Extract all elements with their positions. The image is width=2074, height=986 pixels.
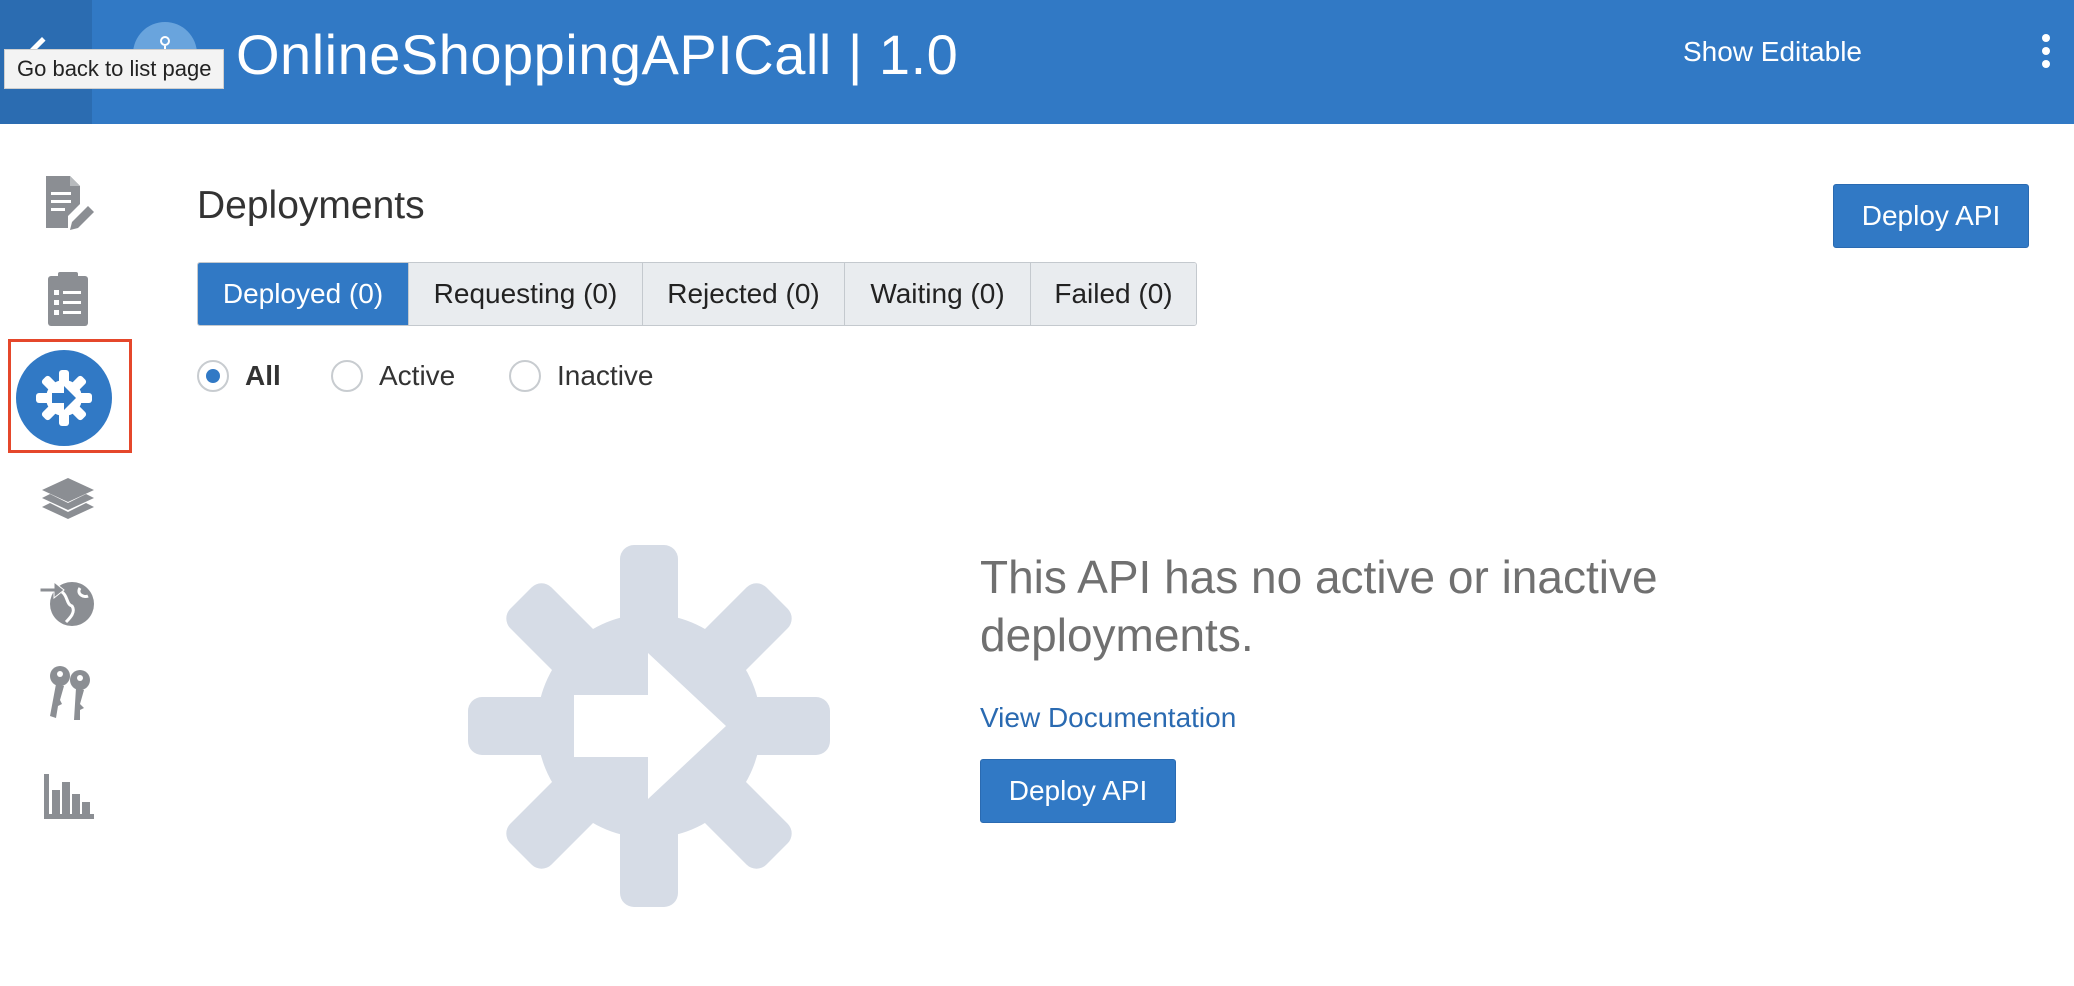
tab-rejected[interactable]: Rejected (0) bbox=[642, 263, 844, 325]
show-editable-button[interactable]: Show Editable bbox=[1683, 36, 1862, 68]
tab-failed[interactable]: Failed (0) bbox=[1030, 263, 1196, 325]
more-options-icon[interactable] bbox=[2042, 34, 2050, 74]
filter-inactive-label: Inactive bbox=[557, 360, 654, 391]
radio-unchecked-icon[interactable] bbox=[331, 360, 363, 392]
radio-checked-icon[interactable] bbox=[197, 360, 229, 392]
tab-waiting[interactable]: Waiting (0) bbox=[844, 263, 1030, 325]
filter-all-label: All bbox=[245, 360, 281, 391]
deployment-tabs: Deployed (0) Requesting (0) Rejected (0)… bbox=[197, 262, 1197, 326]
checklist-icon[interactable] bbox=[36, 268, 100, 332]
tab-deployed[interactable]: Deployed (0) bbox=[198, 263, 408, 325]
document-edit-icon[interactable] bbox=[36, 170, 100, 234]
deploy-api-button-empty[interactable]: Deploy API bbox=[980, 759, 1176, 823]
back-tooltip: Go back to list page bbox=[4, 49, 225, 89]
page-title: Deployments bbox=[197, 184, 425, 227]
layers-icon[interactable] bbox=[36, 466, 100, 530]
deploy-api-button[interactable]: Deploy API bbox=[1833, 184, 2029, 248]
filter-inactive-radio[interactable]: Inactive bbox=[509, 356, 654, 396]
app-header: OnlineShoppingAPICall | 1.0 Show Editabl… bbox=[0, 0, 2074, 124]
keys-icon[interactable] bbox=[36, 662, 100, 726]
tab-requesting[interactable]: Requesting (0) bbox=[408, 263, 642, 325]
filter-active-label: Active bbox=[379, 360, 456, 391]
filter-all-radio[interactable]: All bbox=[197, 356, 281, 396]
sidebar-item-deployments[interactable] bbox=[16, 350, 112, 446]
deployment-gear-illustration bbox=[468, 545, 830, 907]
api-title: OnlineShoppingAPICall | 1.0 bbox=[236, 23, 959, 86]
view-documentation-link[interactable]: View Documentation bbox=[980, 702, 1236, 734]
radio-unchecked-icon[interactable] bbox=[509, 360, 541, 392]
deployment-gear-icon bbox=[36, 370, 92, 426]
empty-state-message: This API has no active or inactive deplo… bbox=[980, 551, 1658, 661]
analytics-chart-icon[interactable] bbox=[36, 762, 100, 826]
filter-active-radio[interactable]: Active bbox=[331, 356, 455, 396]
globe-publish-icon[interactable] bbox=[36, 566, 100, 630]
